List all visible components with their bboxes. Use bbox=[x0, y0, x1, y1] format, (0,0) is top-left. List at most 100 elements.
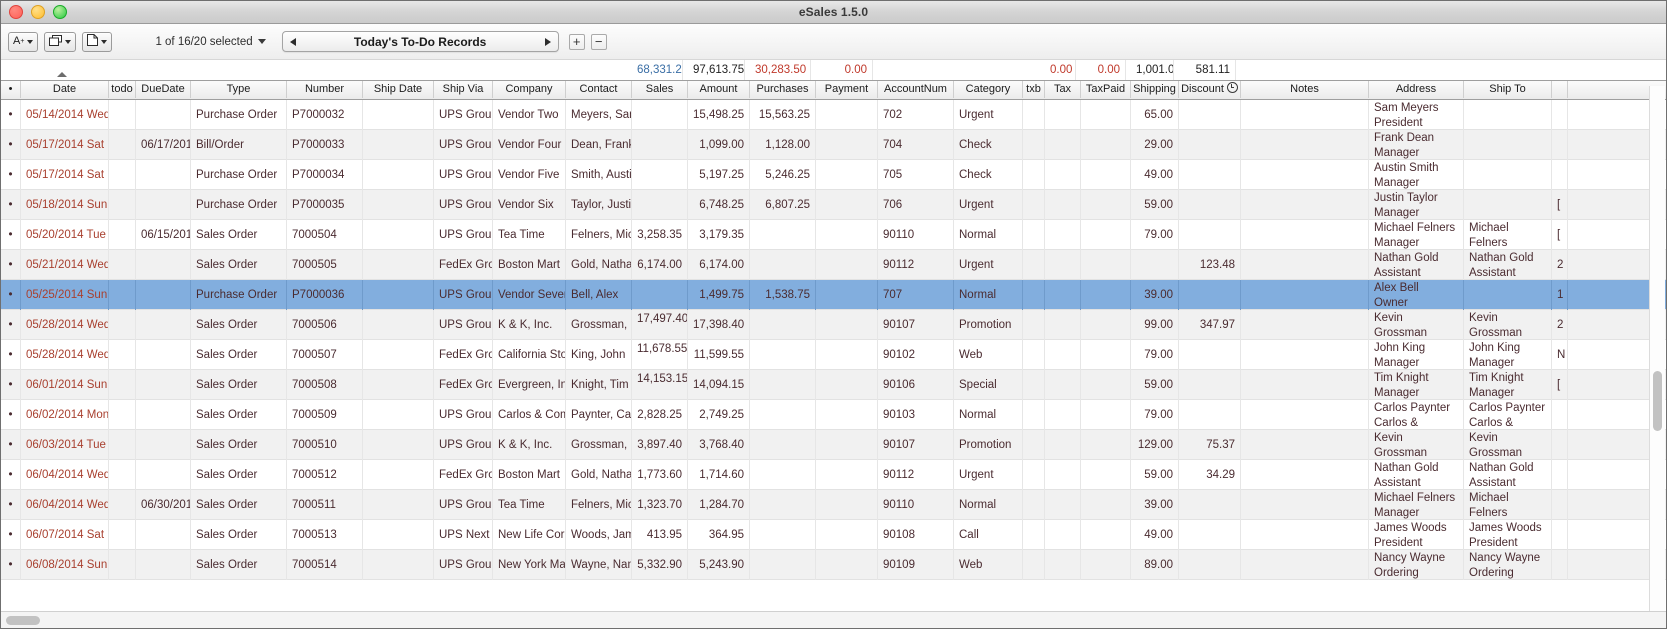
cell-type[interactable]: Sales Order bbox=[191, 310, 287, 340]
table-row[interactable]: • 05/21/2014 Wed Sales Order 7000505 FedEx G… bbox=[1, 250, 1666, 280]
cell-todo[interactable] bbox=[109, 130, 136, 160]
cell-shipvia[interactable]: FedEx Groun bbox=[434, 340, 493, 370]
cell-taxpaid[interactable] bbox=[1081, 130, 1131, 160]
selection-count[interactable]: 1 of 16/20 selected bbox=[155, 36, 266, 48]
cell-accountnum[interactable]: 707 bbox=[878, 280, 954, 310]
column-header-sales[interactable]: Sales bbox=[632, 81, 688, 98]
cell-company[interactable]: Tea Time bbox=[493, 490, 566, 520]
cell-tax[interactable] bbox=[1045, 520, 1081, 550]
cell-extra[interactable] bbox=[1552, 100, 1568, 130]
cell-payment[interactable] bbox=[816, 370, 878, 400]
cell-purchases[interactable] bbox=[750, 550, 816, 580]
cell-extra[interactable] bbox=[1552, 400, 1568, 430]
cell-address[interactable]: Nancy WayneOrderingNew York Mart bbox=[1369, 550, 1464, 580]
cell-accountnum[interactable]: 90110 bbox=[878, 490, 954, 520]
cell-shipping[interactable]: 49.00 bbox=[1131, 160, 1179, 190]
cell-contact[interactable]: Gold, Nathan bbox=[566, 460, 632, 490]
vertical-scrollbar[interactable] bbox=[1649, 86, 1665, 611]
cell-date[interactable]: 05/20/2014 Tue bbox=[21, 220, 109, 250]
cell-company[interactable]: Carlos & Comp bbox=[493, 400, 566, 430]
cell-notes[interactable] bbox=[1241, 220, 1369, 250]
cell-txb[interactable] bbox=[1023, 190, 1045, 220]
records-table[interactable]: • 05/14/2014 Wed Purchase Order P7000032 UPS… bbox=[1, 100, 1666, 611]
cell-type[interactable]: Sales Order bbox=[191, 370, 287, 400]
horizontal-scrollbar-thumb[interactable] bbox=[6, 616, 40, 625]
cell-duedate[interactable] bbox=[136, 340, 191, 370]
cell-accountnum[interactable]: 90112 bbox=[878, 460, 954, 490]
cell-shipvia[interactable]: UPS Ground bbox=[434, 550, 493, 580]
cell-todo[interactable] bbox=[109, 310, 136, 340]
cell-address[interactable]: Kevin GrossmanManagerK & K, Inc. bbox=[1369, 310, 1464, 340]
cell-shipdate[interactable] bbox=[363, 250, 434, 280]
cell-taxpaid[interactable] bbox=[1081, 340, 1131, 370]
column-header-address[interactable]: Address bbox=[1369, 81, 1464, 98]
cell-shipping[interactable]: 99.00 bbox=[1131, 310, 1179, 340]
cell-taxpaid[interactable] bbox=[1081, 160, 1131, 190]
cell-number[interactable]: 7000512 bbox=[287, 460, 363, 490]
cell-sales[interactable]: 2,828.25 bbox=[632, 400, 688, 430]
cell-taxpaid[interactable] bbox=[1081, 100, 1131, 130]
cell-txb[interactable] bbox=[1023, 280, 1045, 310]
cell-shipto[interactable] bbox=[1464, 280, 1552, 310]
horizontal-scrollbar[interactable] bbox=[1, 611, 1666, 628]
cell-duedate[interactable] bbox=[136, 310, 191, 340]
cell-extra[interactable]: [ bbox=[1552, 220, 1568, 250]
cell-tax[interactable] bbox=[1045, 190, 1081, 220]
cell-bullet[interactable]: • bbox=[1, 520, 21, 550]
cell-shipdate[interactable] bbox=[363, 310, 434, 340]
cell-date[interactable]: 05/18/2014 Sun bbox=[21, 190, 109, 220]
cell-address[interactable]: Michael FelnersManagerTea Time bbox=[1369, 220, 1464, 250]
cell-tax[interactable] bbox=[1045, 310, 1081, 340]
cell-txb[interactable] bbox=[1023, 310, 1045, 340]
cell-address[interactable]: Tim KnightManagerEvergreen, Inc. bbox=[1369, 370, 1464, 400]
column-header-accountnum[interactable]: AccountNum bbox=[878, 81, 954, 98]
cell-todo[interactable] bbox=[109, 190, 136, 220]
cell-shipping[interactable]: 89.00 bbox=[1131, 550, 1179, 580]
cell-shipping[interactable]: 59.00 bbox=[1131, 460, 1179, 490]
cell-accountnum[interactable]: 704 bbox=[878, 130, 954, 160]
table-row[interactable]: • 05/28/2014 Wed Sales Order 7000507 FedEx G… bbox=[1, 340, 1666, 370]
cell-sales[interactable]: 17,497.40 bbox=[632, 310, 688, 340]
cell-shipping[interactable]: 29.00 bbox=[1131, 130, 1179, 160]
cell-date[interactable]: 06/01/2014 Sun bbox=[21, 370, 109, 400]
cell-category[interactable]: Check bbox=[954, 160, 1023, 190]
table-row[interactable]: • 05/18/2014 Sun Purchase Order P7000035 UPS… bbox=[1, 190, 1666, 220]
cell-accountnum[interactable]: 90107 bbox=[878, 430, 954, 460]
cell-contact[interactable]: Dean, Frank bbox=[566, 130, 632, 160]
cell-shipvia[interactable]: UPS Ground bbox=[434, 100, 493, 130]
cell-shipdate[interactable] bbox=[363, 520, 434, 550]
cell-type[interactable]: Bill/Order bbox=[191, 130, 287, 160]
cell-amount[interactable]: 15,498.25 bbox=[688, 100, 750, 130]
cell-payment[interactable] bbox=[816, 100, 878, 130]
cell-type[interactable]: Sales Order bbox=[191, 550, 287, 580]
cell-shipvia[interactable]: UPS Ground bbox=[434, 130, 493, 160]
cell-purchases[interactable] bbox=[750, 400, 816, 430]
cell-extra[interactable]: N bbox=[1552, 340, 1568, 370]
cell-notes[interactable] bbox=[1241, 370, 1369, 400]
cell-amount[interactable]: 5,243.90 bbox=[688, 550, 750, 580]
cell-date[interactable]: 06/03/2014 Tue bbox=[21, 430, 109, 460]
cell-accountnum[interactable]: 90102 bbox=[878, 340, 954, 370]
cell-date[interactable]: 05/25/2014 Sun bbox=[21, 280, 109, 310]
cell-shipto[interactable] bbox=[1464, 100, 1552, 130]
cell-purchases[interactable]: 6,807.25 bbox=[750, 190, 816, 220]
cell-type[interactable]: Purchase Order bbox=[191, 280, 287, 310]
cell-bullet[interactable]: • bbox=[1, 250, 21, 280]
cell-duedate[interactable] bbox=[136, 460, 191, 490]
cell-address[interactable]: Sam MeyersPresidentVendor Two bbox=[1369, 100, 1464, 130]
next-record-set-icon[interactable] bbox=[544, 37, 551, 46]
cell-sales[interactable] bbox=[632, 100, 688, 130]
cell-duedate[interactable] bbox=[136, 100, 191, 130]
cell-contact[interactable]: Taylor, Justin bbox=[566, 190, 632, 220]
cell-duedate[interactable] bbox=[136, 400, 191, 430]
cell-txb[interactable] bbox=[1023, 100, 1045, 130]
cell-extra[interactable]: [ bbox=[1552, 190, 1568, 220]
cell-shipvia[interactable]: UPS Ground bbox=[434, 160, 493, 190]
cell-taxpaid[interactable] bbox=[1081, 550, 1131, 580]
cell-taxpaid[interactable] bbox=[1081, 220, 1131, 250]
column-header-todo[interactable]: todo bbox=[109, 81, 136, 98]
cell-purchases[interactable]: 5,246.25 bbox=[750, 160, 816, 190]
cell-bullet[interactable]: • bbox=[1, 370, 21, 400]
cell-extra[interactable] bbox=[1552, 430, 1568, 460]
column-header-notes[interactable]: Notes bbox=[1241, 81, 1369, 98]
